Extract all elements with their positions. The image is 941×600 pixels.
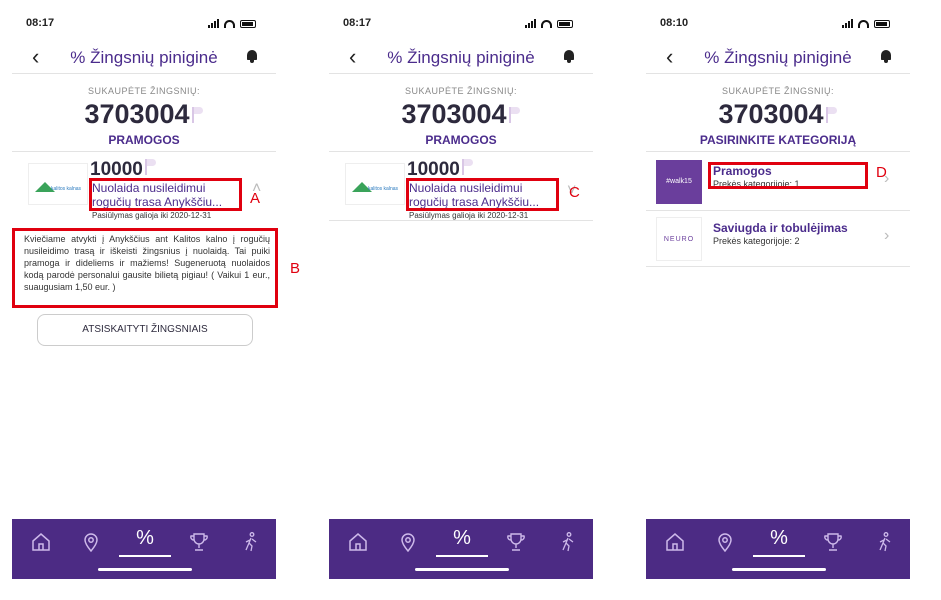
annotation-label-a: A — [250, 190, 261, 207]
nav-bar: ‹ % Žingsnių piniginė — [646, 44, 910, 74]
percent-icon[interactable]: % — [447, 527, 477, 553]
percent-icon[interactable]: % — [764, 527, 794, 553]
steps-total: 3703004 — [329, 99, 593, 130]
trophy-icon[interactable] — [818, 531, 848, 557]
home-icon[interactable] — [26, 531, 56, 557]
divider — [646, 266, 910, 267]
category-count: Prekės kategorijoje: 2 — [713, 236, 800, 246]
annotation-label-c: C — [569, 184, 580, 201]
earned-steps-label: SUKAUPĖTE ŽINGSNIŲ: — [404, 86, 517, 96]
walking-icon[interactable] — [553, 531, 583, 557]
page-title: % Žingsnių piniginė — [387, 48, 535, 67]
wifi-icon — [858, 19, 869, 28]
page-title: % Žingsnių piniginė — [704, 48, 852, 67]
annotation-box-a — [89, 178, 242, 211]
status-bar: 08:17 — [12, 17, 276, 31]
status-time: 08:17 — [343, 17, 372, 29]
annotation-box-c — [406, 178, 559, 211]
tab-bar: % — [646, 519, 910, 579]
steps-total: 3703004 — [12, 99, 276, 130]
signal-icon — [525, 19, 536, 28]
tab-bar: % — [329, 519, 593, 579]
category-thumbnail: NEURO — [656, 217, 702, 261]
flag-icon — [191, 105, 204, 123]
annotation-label-b: B — [290, 260, 301, 277]
trophy-icon[interactable] — [501, 531, 531, 557]
location-pin-icon[interactable] — [76, 531, 106, 557]
tab-bar: % — [12, 519, 276, 579]
home-indicator — [98, 568, 192, 571]
earned-steps-label: SUKAUPĖTE ŽINGSNIŲ: — [721, 86, 834, 96]
nav-bar: ‹ % Žingsnių piniginė — [12, 44, 276, 74]
category-thumbnail: #walk15 — [656, 160, 702, 204]
home-indicator — [415, 568, 509, 571]
steps-total: 3703004 — [646, 99, 910, 130]
signal-icon — [208, 19, 219, 28]
steps-value: 3703004 — [718, 99, 824, 129]
earned-steps-label: SUKAUPĖTE ŽINGSNIŲ: — [87, 86, 200, 96]
offer-validity: Pasiūlymas galioja iki 2020-12-31 — [92, 211, 212, 220]
wifi-icon — [224, 19, 235, 28]
steps-value: 3703004 — [401, 99, 507, 129]
flag-icon — [461, 157, 474, 175]
divider — [329, 151, 593, 152]
divider — [646, 210, 910, 211]
category-title: PRAMOGOS — [108, 133, 180, 147]
active-tab-indicator — [119, 555, 171, 557]
bell-icon[interactable] — [880, 50, 892, 63]
home-indicator — [732, 568, 826, 571]
status-time: 08:10 — [660, 17, 689, 29]
battery-icon — [557, 19, 573, 28]
flag-icon — [144, 157, 157, 175]
steps-value: 3703004 — [84, 99, 190, 129]
wifi-icon — [541, 19, 552, 28]
percent-icon[interactable]: % — [130, 527, 160, 553]
pay-with-steps-button[interactable]: ATSISKAITYTI ŽINGSNIAIS — [37, 314, 253, 346]
page-title: % Žingsnių piniginė — [70, 48, 218, 67]
category-title-label: Saviugda ir tobulėjimas — [713, 221, 848, 235]
walking-icon[interactable] — [236, 531, 266, 557]
divider — [329, 220, 593, 221]
battery-icon — [874, 19, 890, 28]
annotation-box-d — [708, 162, 868, 189]
battery-icon — [240, 19, 256, 28]
location-pin-icon[interactable] — [393, 531, 423, 557]
location-pin-icon[interactable] — [710, 531, 740, 557]
chevron-right-icon[interactable]: › — [884, 227, 889, 245]
walking-icon[interactable] — [870, 531, 900, 557]
annotation-label-d: D — [876, 164, 887, 181]
category-title: PRAMOGOS — [425, 133, 497, 147]
divider — [646, 151, 910, 152]
offer-logo: kalitos kalnas — [345, 163, 405, 205]
signal-icon — [842, 19, 853, 28]
home-icon[interactable] — [660, 531, 690, 557]
category-row-saviugda[interactable]: NEURO Saviugda ir tobulėjimas Prekės kat… — [656, 217, 910, 261]
home-icon[interactable] — [343, 531, 373, 557]
flag-icon — [508, 105, 521, 123]
bell-icon[interactable] — [563, 50, 575, 63]
phone-screen-offer-expanded: 08:17 ‹ % Žingsnių piniginė SUKAUPĖTE ŽI… — [12, 0, 300, 600]
active-tab-indicator — [436, 555, 488, 557]
annotation-box-b — [12, 228, 278, 308]
category-title: PASIRINKITE KATEGORIJĄ — [699, 133, 857, 147]
flag-icon — [825, 105, 838, 123]
status-time: 08:17 — [26, 17, 55, 29]
nav-bar: ‹ % Žingsnių piniginė — [329, 44, 593, 74]
trophy-icon[interactable] — [184, 531, 214, 557]
divider — [12, 151, 276, 152]
active-tab-indicator — [753, 555, 805, 557]
offer-validity: Pasiūlymas galioja iki 2020-12-31 — [409, 211, 529, 220]
phone-screen-categories: 08:10 ‹ % Žingsnių piniginė SUKAUPĖTE ŽI… — [646, 0, 910, 600]
status-bar: 08:10 — [646, 17, 910, 31]
offer-logo: kalitos kalnas — [28, 163, 88, 205]
status-bar: 08:17 — [329, 17, 593, 31]
bell-icon[interactable] — [246, 50, 258, 63]
phone-screen-offer-collapsed: 08:17 ‹ % Žingsnių piniginė SUKAUPĖTE ŽI… — [329, 0, 593, 600]
